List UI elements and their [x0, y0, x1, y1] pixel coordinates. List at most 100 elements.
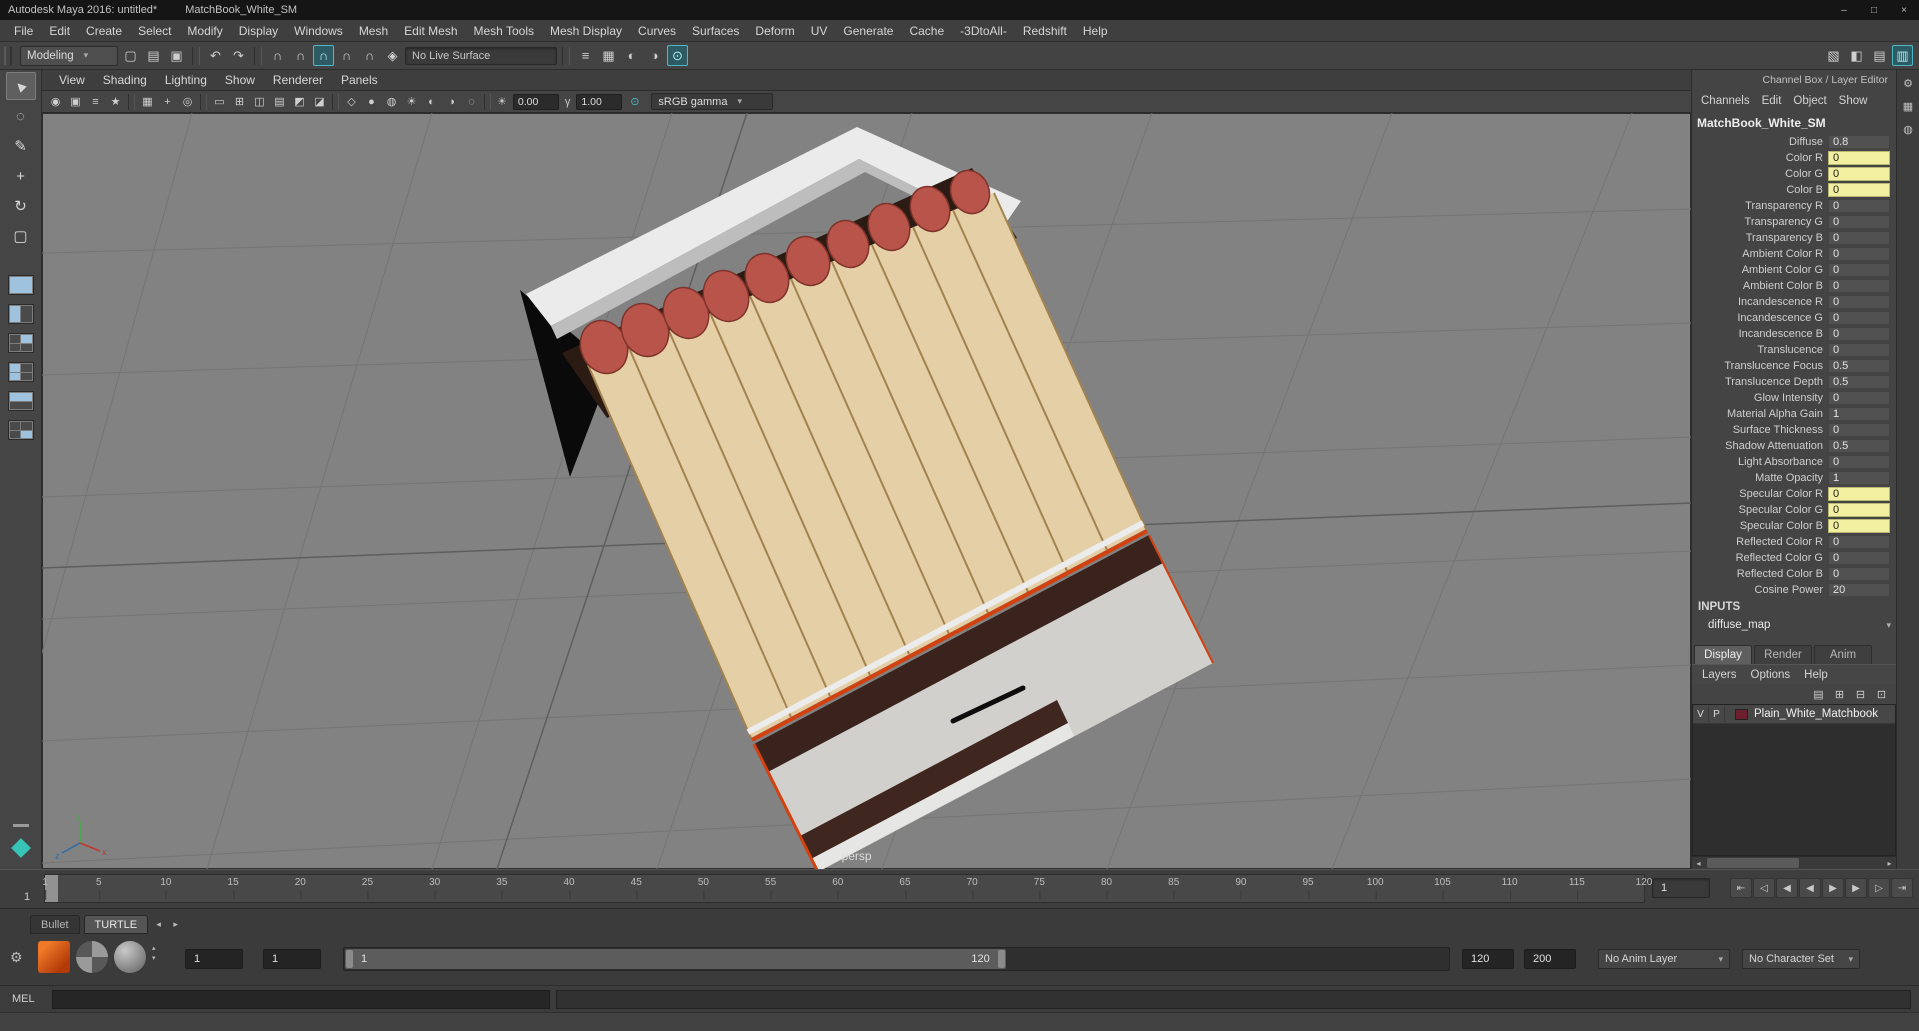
minimize-button[interactable]: –: [1829, 2, 1859, 18]
snap-to-curves-icon[interactable]: ∩: [290, 45, 311, 66]
current-frame-field[interactable]: 1: [1652, 878, 1710, 898]
input-node-row[interactable]: diffuse_map ▾: [1692, 616, 1896, 634]
channel-value-field[interactable]: 1: [1828, 471, 1890, 485]
two-d-pan-zoom-icon[interactable]: +: [158, 92, 177, 111]
open-scene-icon[interactable]: ▤: [143, 45, 164, 66]
layout-three-pane-left-button[interactable]: [7, 362, 34, 382]
layout-two-row-button[interactable]: [7, 391, 34, 411]
ipr-render-icon[interactable]: ◑: [644, 45, 665, 66]
menubar-item[interactable]: Redshift: [1015, 20, 1075, 41]
gamma-field[interactable]: 1.00: [576, 93, 623, 110]
layer-playback-toggle[interactable]: P: [1709, 706, 1725, 722]
layer-row[interactable]: V P Plain_White_Matchbook: [1693, 705, 1895, 724]
rotate-tool[interactable]: ↻: [6, 192, 36, 220]
channel-box-menu-item[interactable]: Channels: [1696, 95, 1755, 107]
lock-camera-icon[interactable]: ▣: [66, 92, 85, 111]
close-button[interactable]: ×: [1889, 2, 1919, 18]
gate-mask-icon[interactable]: ◫: [250, 92, 269, 111]
layout-four-pane-button[interactable]: [7, 333, 34, 353]
create-layer-assign-selected-icon[interactable]: ⊟: [1852, 686, 1869, 703]
scale-tool[interactable]: ▢: [6, 222, 36, 250]
sidebar-tool-settings-icon[interactable]: ▤: [1869, 45, 1890, 66]
oversampling-icon[interactable]: ◎: [178, 92, 197, 111]
channel-value-field[interactable]: 0: [1828, 327, 1890, 341]
menubar-item[interactable]: Curves: [630, 20, 684, 41]
step-forward-key-button[interactable]: ▷: [1868, 878, 1890, 898]
menubar-item[interactable]: Generate: [835, 20, 901, 41]
menubar-item[interactable]: File: [6, 20, 41, 41]
layout-single-pane-button[interactable]: [7, 275, 34, 295]
channel-value-field[interactable]: 0: [1828, 151, 1890, 165]
menubar-item[interactable]: Surfaces: [684, 20, 747, 41]
menubar-item[interactable]: Edit Mesh: [396, 20, 465, 41]
make-object-live-icon[interactable]: ◈: [382, 45, 403, 66]
wireframe-mode-icon[interactable]: ◇: [342, 92, 361, 111]
channel-value-field[interactable]: 0: [1828, 183, 1890, 197]
open-render-view-icon[interactable]: ▦: [598, 45, 619, 66]
channel-box-settings-icon[interactable]: ⚙: [1900, 75, 1916, 91]
menubar-item[interactable]: Display: [231, 20, 286, 41]
range-slider-bar[interactable]: 1 120: [345, 949, 1006, 969]
layer-editor-tab[interactable]: Anim: [1814, 645, 1872, 664]
sidebar-attribute-editor-icon[interactable]: ◧: [1846, 45, 1867, 66]
channel-value-field[interactable]: 0: [1828, 263, 1890, 277]
layer-editor-tab[interactable]: Render: [1754, 645, 1812, 664]
shelf-prev-icon[interactable]: ◂: [152, 918, 165, 932]
new-scene-icon[interactable]: ▢: [120, 45, 141, 66]
channel-value-field[interactable]: 0: [1828, 503, 1890, 517]
select-camera-icon[interactable]: ◉: [46, 92, 65, 111]
character-set-dropdown[interactable]: No Character Set ▾: [1742, 949, 1860, 969]
menubar-item[interactable]: Cache: [901, 20, 952, 41]
menubar-item[interactable]: Windows: [286, 20, 351, 41]
camera-attributes-icon[interactable]: ≡: [86, 92, 105, 111]
screen-space-ao-icon[interactable]: ◑: [442, 92, 461, 111]
render-settings-icon[interactable]: ⊙: [667, 45, 688, 66]
channel-value-field[interactable]: 0: [1828, 535, 1890, 549]
scroll-left-icon[interactable]: ◂: [1692, 857, 1705, 870]
layer-editor-menu-item[interactable]: Help: [1798, 669, 1834, 681]
shelf-stepper[interactable]: ▴ ▾: [152, 945, 156, 962]
channel-value-field[interactable]: 0: [1828, 391, 1890, 405]
resolution-gate-icon[interactable]: ⊞: [230, 92, 249, 111]
animation-preferences-icon[interactable]: [1893, 949, 1914, 970]
auto-keyframe-icon[interactable]: [1868, 949, 1889, 970]
channel-value-field[interactable]: 0: [1828, 551, 1890, 565]
channel-value-field[interactable]: 0.8: [1828, 135, 1890, 149]
menubar-item[interactable]: Mesh Display: [542, 20, 630, 41]
construction-history-icon[interactable]: ≡: [575, 45, 596, 66]
menubar-item[interactable]: Create: [78, 20, 130, 41]
layer-editor-tab[interactable]: Display: [1694, 645, 1752, 664]
command-language-label[interactable]: MEL: [12, 993, 35, 1005]
scrollbar-thumb[interactable]: [1707, 858, 1799, 868]
playback-end-field[interactable]: 120: [1462, 949, 1514, 969]
channel-value-field[interactable]: 0: [1828, 487, 1890, 501]
animation-end-field[interactable]: 200: [1524, 949, 1576, 969]
bullet-solver-shelf-icon[interactable]: [38, 941, 70, 973]
use-all-lights-icon[interactable]: ☀: [402, 92, 421, 111]
lasso-select-tool[interactable]: ◌: [6, 102, 36, 130]
layer-sort-icon[interactable]: ▤: [1810, 686, 1827, 703]
create-layer-from-selected-icon[interactable]: ⊡: [1873, 686, 1890, 703]
menubar-item[interactable]: Edit: [41, 20, 78, 41]
layout-persp-outliner-button[interactable]: [7, 420, 34, 440]
layer-color-swatch[interactable]: [1735, 708, 1748, 720]
checker-sphere-shelf-icon[interactable]: [76, 941, 108, 973]
shadows-icon[interactable]: ◐: [422, 92, 441, 111]
panel-menu-item[interactable]: Panels: [332, 73, 387, 87]
channel-value-field[interactable]: 0: [1828, 215, 1890, 229]
matchbook-model[interactable]: [520, 127, 1214, 869]
layer-editor-menu-item[interactable]: Options: [1745, 669, 1797, 681]
channel-value-field[interactable]: 0.5: [1828, 375, 1890, 389]
menubar-item[interactable]: Deform: [747, 20, 802, 41]
image-plane-icon[interactable]: ▦: [138, 92, 157, 111]
channel-value-field[interactable]: 0.5: [1828, 439, 1890, 453]
menubar-item[interactable]: Modify: [179, 20, 230, 41]
menubar-item[interactable]: -3DtoAll-: [952, 20, 1015, 41]
menubar-item[interactable]: Mesh: [351, 20, 396, 41]
channel-value-field[interactable]: 0: [1828, 231, 1890, 245]
color-management-icon[interactable]: ⊙: [625, 92, 644, 111]
view-transform-dropdown[interactable]: sRGB gamma ▾: [651, 93, 774, 110]
shaded-mode-icon[interactable]: ●: [362, 92, 381, 111]
motion-blur-icon[interactable]: ◌: [462, 92, 481, 111]
timeline-track[interactable]: 1 5 10 15 20 25 30 35 40 45 50 55 60 65 …: [42, 874, 1652, 903]
